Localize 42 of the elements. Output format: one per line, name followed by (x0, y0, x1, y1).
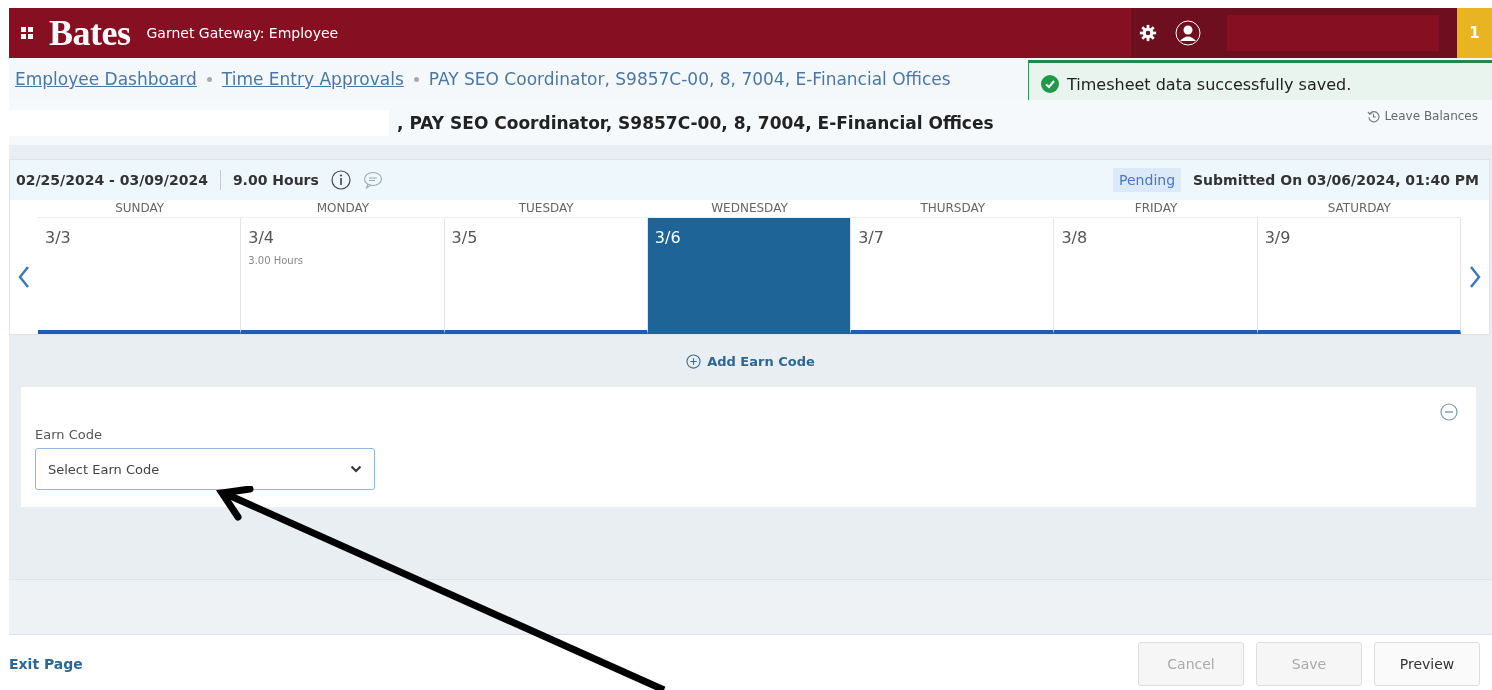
breadcrumb-link[interactable]: Employee Dashboard (15, 69, 197, 89)
page-title: , PAY SEO Coordinator, S9857C-00, 8, 7004, E-Financial Offices (397, 112, 994, 133)
exit-page-link[interactable]: Exit Page (9, 656, 83, 672)
day-cell[interactable]: 3/3 (38, 218, 242, 334)
check-circle-icon (1041, 75, 1059, 93)
breadcrumb-separator (206, 76, 212, 82)
remove-icon[interactable] (1440, 403, 1458, 421)
earn-code-dropdown[interactable]: Select Earn Code (35, 448, 375, 490)
total-hours: 9.00 Hours (232, 172, 319, 188)
day-cell[interactable]: 3/9 (1257, 218, 1461, 334)
breadcrumb-separator (413, 76, 419, 82)
toast-message: Timesheet data successfully saved. (1067, 74, 1352, 94)
footer-button[interactable]: Preview (1374, 642, 1480, 686)
previous-week-icon[interactable] (17, 265, 31, 289)
weekday-header: SUNDAY (38, 200, 242, 218)
settings-icon[interactable] (1139, 24, 1157, 42)
apps-grid-icon[interactable] (21, 27, 33, 39)
next-week-icon[interactable] (1468, 265, 1482, 289)
plus-circle-icon (686, 353, 702, 369)
add-earn-code-link[interactable]: Add Earn Code (686, 353, 815, 369)
weekday-header: THURSDAY (851, 200, 1055, 218)
day-cell[interactable]: 3/7 (851, 218, 1055, 334)
weekday-header: TUESDAY (444, 200, 648, 218)
info-icon[interactable] (330, 170, 351, 190)
weekday-header: MONDAY (241, 200, 445, 218)
app-title: Garnet Gateway: Employee (146, 25, 339, 41)
pay-period: 02/25/2024 - 03/09/2024 (16, 172, 208, 188)
user-icon[interactable] (1175, 20, 1201, 46)
day-cell[interactable]: 3/4 3.00 Hours (241, 218, 445, 334)
weekday-header: FRIDAY (1054, 200, 1258, 218)
submitted-date: Submitted On 03/06/2024, 01:40 PM (1193, 172, 1479, 188)
history-icon (1367, 109, 1381, 123)
day-cell[interactable]: 3/6 (647, 218, 852, 334)
status-badge: Pending (1113, 168, 1182, 192)
logo: Bates (49, 12, 131, 54)
chevron-down-icon (350, 465, 362, 473)
leave-balances-link[interactable]: Leave Balances (1367, 109, 1478, 123)
day-cell[interactable]: 3/8 (1054, 218, 1258, 334)
weekday-header: SATURDAY (1257, 200, 1461, 218)
breadcrumb-current: PAY SEO Coordinator, S9857C-00, 8, 7004, E-Financial Offices (428, 69, 951, 89)
field-label: Earn Code (35, 427, 103, 442)
breadcrumb-link[interactable]: Time Entry Approvals (221, 69, 404, 89)
